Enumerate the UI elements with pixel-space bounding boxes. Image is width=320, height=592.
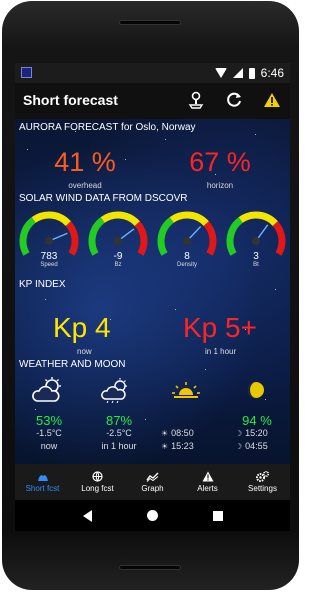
moonset-small-icon: ☽	[235, 441, 243, 451]
nav-graph-label: Graph	[141, 483, 164, 493]
cloudy-sun-icon	[101, 377, 131, 408]
gauge-arc-yellow	[31, 211, 71, 227]
graph-icon	[146, 472, 159, 482]
battery-icon	[248, 67, 255, 79]
sunrise-icon	[172, 381, 200, 404]
gauge-arc-green	[19, 217, 36, 256]
refresh-icon[interactable]	[223, 89, 245, 111]
bottom-navigation: Short fcst Long fcst Graph Alerts Settin…	[15, 464, 290, 500]
status-bar: 6:46	[15, 63, 290, 83]
weather-heading: WEATHER AND MOON	[19, 359, 126, 370]
alert-icon	[202, 471, 213, 482]
kp-now-label: now	[77, 347, 92, 356]
nav-short-forecast-label: Short fcst	[25, 483, 60, 493]
sunset-time: 15:23	[171, 441, 194, 451]
moon-illumination: 94 %	[242, 413, 272, 428]
signal-icon	[232, 68, 243, 78]
warning-icon[interactable]	[261, 89, 283, 111]
nav-alerts-label: Alerts	[197, 484, 218, 493]
kp-now-value: Kp 4	[53, 312, 111, 343]
nav-short-forecast[interactable]: Short fcst	[15, 464, 70, 500]
gauge-bz-label: Bz	[114, 262, 122, 268]
horizon-label: horizon	[206, 181, 234, 190]
gauge-speed-label: Speed	[40, 262, 58, 268]
moonset-row: ☽ 04:55	[235, 441, 268, 451]
weather-now-clouds: 53%	[35, 413, 63, 428]
gauge-speed-value: 783	[40, 251, 58, 262]
gauge-arc-red	[65, 221, 79, 256]
nav-graph[interactable]: Graph	[125, 464, 180, 500]
weather-later-clouds: 87%	[105, 413, 133, 428]
partly-cloudy-icon	[31, 377, 65, 408]
recent-apps-icon[interactable]	[212, 510, 223, 521]
sunrise-small-icon: ☀	[161, 428, 169, 438]
app-bar: Short forecast	[15, 83, 290, 119]
moonrise-time: 15:20	[245, 428, 268, 438]
moon-icon	[247, 381, 265, 404]
nav-alerts[interactable]: Alerts	[180, 464, 235, 500]
sunset-row: ☀ 15:23	[161, 441, 194, 451]
aurora-heading: AURORA FORECAST for Oslo, Norway	[19, 122, 196, 133]
gauge-bt-label: Bt	[253, 262, 259, 268]
gauge-density-label: Density	[176, 262, 197, 268]
gauge-arc-yellow	[238, 211, 278, 227]
gauge-density-value: 8	[184, 251, 190, 262]
nav-long-forecast-label: Long fcst	[81, 484, 114, 493]
status-clock: 6:46	[260, 66, 284, 80]
weather-later-label: in 1 hour	[101, 441, 137, 451]
location-icon[interactable]	[185, 89, 207, 111]
gauge-arc-green	[226, 217, 243, 256]
sunrise-row: ☀ 08:50	[161, 428, 194, 438]
gauge-arc-green	[88, 217, 105, 256]
nav-settings[interactable]: Settings	[235, 464, 290, 500]
gauge-arc-red	[272, 221, 286, 256]
gauge-arc-red	[203, 221, 217, 256]
kp-later-label: in 1 hour	[205, 347, 237, 356]
home-icon[interactable]	[146, 510, 158, 521]
moonset-time: 04:55	[245, 441, 268, 451]
gauge-bz-value: -9	[113, 251, 123, 262]
gauge-hub	[114, 237, 122, 245]
weather-later-temp: -2.5°C	[106, 428, 132, 438]
back-icon[interactable]	[82, 509, 92, 522]
screen: 6:46 Short forecast AURORA FORECAST for …	[15, 63, 290, 531]
gauge-hub	[45, 237, 53, 245]
gauge-arc-yellow	[169, 211, 209, 227]
gauge-hub	[183, 237, 191, 245]
forecast-panel: AURORA FORECAST for Oslo, Norway 41 % ov…	[15, 119, 290, 464]
kp-heading: KP INDEX	[19, 279, 66, 290]
overhead-label: overhead	[68, 181, 102, 190]
moonrise-small-icon: ☽	[235, 428, 243, 438]
page-title: Short forecast	[23, 92, 118, 108]
wifi-icon	[214, 68, 227, 78]
speaker-top	[119, 20, 181, 25]
horizon-value: 67 %	[189, 147, 251, 177]
nav-settings-label: Settings	[248, 484, 277, 493]
globe-icon	[92, 471, 103, 482]
overhead-value: 41 %	[54, 147, 116, 177]
sunrise-time: 08:50	[171, 428, 194, 438]
speaker-bottom	[119, 565, 181, 570]
gauge-arc-green	[157, 217, 174, 256]
gauge-arc-yellow	[100, 211, 140, 227]
weather-now-label: now	[40, 441, 58, 451]
gears-icon	[256, 471, 269, 482]
moonrise-row: ☽ 15:20	[235, 428, 268, 438]
nav-long-forecast[interactable]: Long fcst	[70, 464, 125, 500]
weather-now-temp: -1.5°C	[36, 428, 62, 438]
system-navigation	[15, 500, 290, 531]
notification-app-icon	[21, 67, 32, 78]
gauge-bt-value: 3	[253, 251, 259, 262]
gauge-arc-red	[134, 221, 148, 256]
gauge-hub	[252, 237, 260, 245]
solar-wind-heading: SOLAR WIND DATA FROM DSCOVR	[19, 193, 188, 204]
phone-frame: 6:46 Short forecast AURORA FORECAST for …	[2, 1, 299, 590]
aurora-icon	[37, 474, 48, 481]
sunset-small-icon: ☀	[161, 441, 169, 451]
kp-later-value: Kp 5+	[183, 312, 257, 343]
